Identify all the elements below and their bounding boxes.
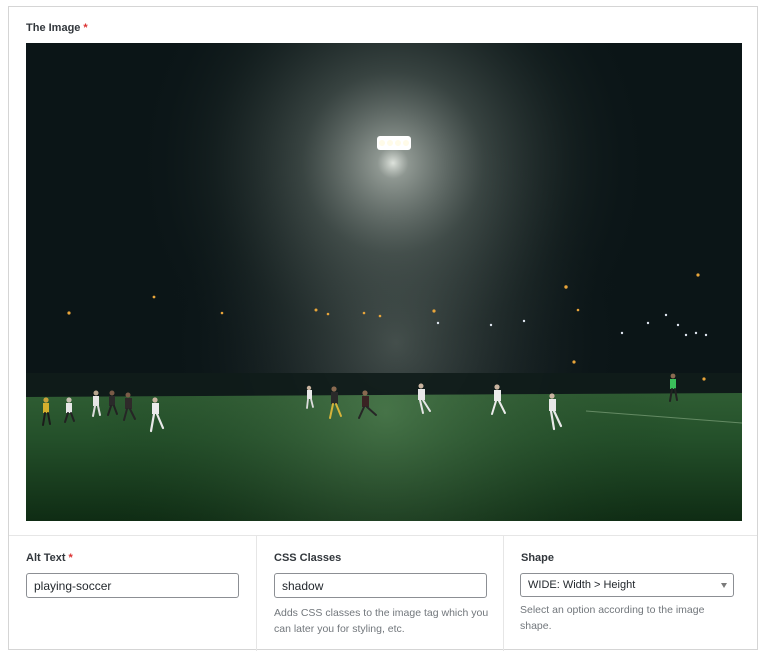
image-preview[interactable] xyxy=(26,43,742,521)
css-classes-help: Adds CSS classes to the image tag which … xyxy=(274,607,489,635)
soccer-night-photo xyxy=(26,43,742,521)
css-classes-input[interactable] xyxy=(274,573,487,598)
shape-label: Shape xyxy=(521,552,555,564)
alt-text-input[interactable] xyxy=(26,573,239,598)
css-classes-column: CSS Classes Adds CSS classes to the imag… xyxy=(257,536,504,651)
css-classes-label: CSS Classes xyxy=(274,552,342,564)
chevron-down-icon xyxy=(721,583,727,588)
shape-selected-value: WIDE: Width > Height xyxy=(528,579,636,591)
image-field-label-text: The Image xyxy=(26,22,81,34)
image-options-row: Alt Text* CSS Classes Adds CSS classes t… xyxy=(9,535,757,651)
alt-text-column: Alt Text * xyxy=(9,536,257,651)
alt-text-label-text: Alt Text xyxy=(26,552,66,564)
image-field-label: The Image * xyxy=(26,22,88,34)
required-mark: * xyxy=(68,552,73,564)
image-settings-panel: The Image * Alt Text * playing-soccer CS… xyxy=(8,6,758,651)
shape-select[interactable]: WIDE: Width > Height xyxy=(520,573,734,597)
shape-help: Select an option according to the image … xyxy=(520,604,705,632)
required-mark: * xyxy=(83,22,88,34)
shape-column: Shape WIDE: Width > Height Select an opt… xyxy=(504,536,757,651)
alt-text-label: Alt Text * xyxy=(26,552,73,564)
